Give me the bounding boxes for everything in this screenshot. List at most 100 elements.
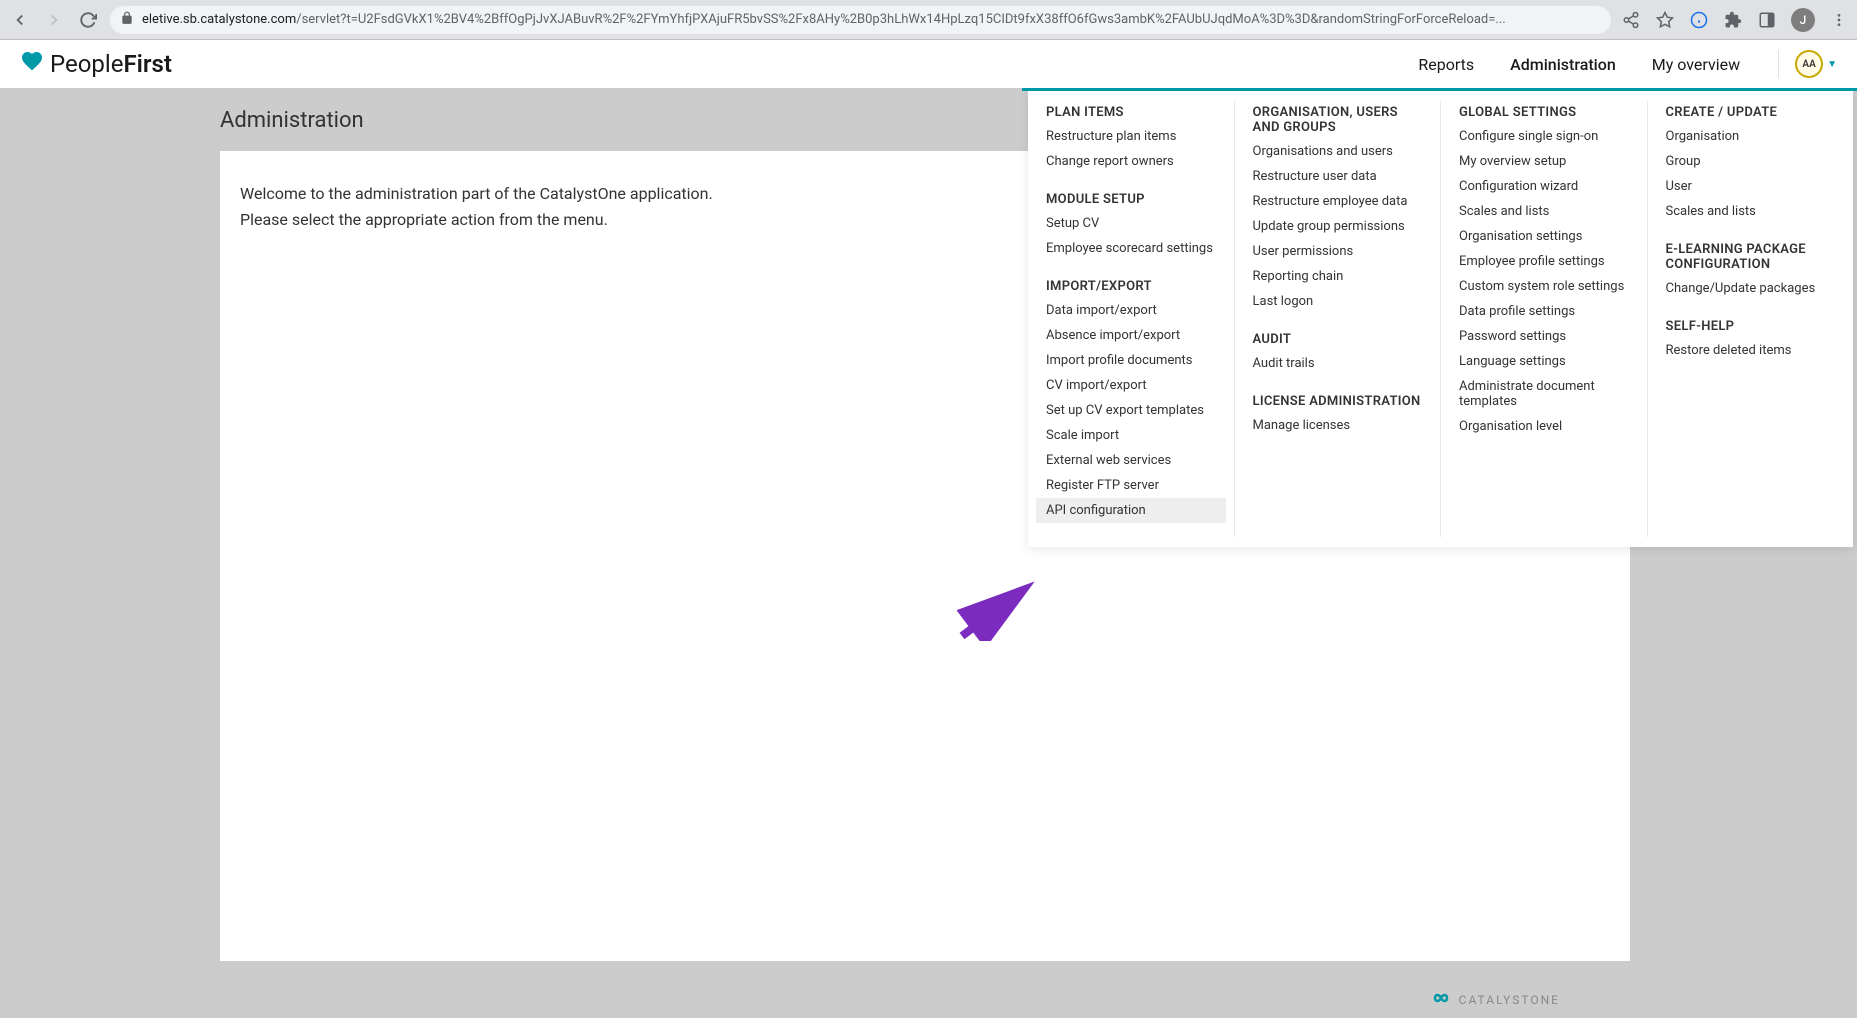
menu-column-3: GLOBAL SETTINGS Configure single sign-on… [1441,101,1648,537]
link-data-profile-settings[interactable]: Data profile settings [1449,299,1639,324]
heading-audit: AUDIT [1243,328,1433,351]
link-password-settings[interactable]: Password settings [1449,324,1639,349]
heading-module-setup: MODULE SETUP [1036,188,1226,211]
chrome-actions: J [1621,8,1849,32]
link-cv-import-export[interactable]: CV import/export [1036,373,1226,398]
link-create-scales[interactable]: Scales and lists [1656,199,1846,224]
link-external-web-services[interactable]: External web services [1036,448,1226,473]
link-config-wizard[interactable]: Configuration wizard [1449,174,1639,199]
section-create-update: CREATE / UPDATE Organisation Group User … [1656,101,1846,224]
user-menu[interactable]: AA ▼ [1778,50,1837,78]
menu-column-1: PLAN ITEMS Restructure plan items Change… [1028,101,1235,537]
section-elearning: E-LEARNING PACKAGE CONFIGURATION Change/… [1656,238,1846,301]
link-my-overview-setup[interactable]: My overview setup [1449,149,1639,174]
section-self-help: SELF-HELP Restore deleted items [1656,315,1846,363]
section-global-settings: GLOBAL SETTINGS Configure single sign-on… [1449,101,1639,439]
link-last-logon[interactable]: Last logon [1243,289,1433,314]
heart-icon [20,49,44,79]
link-audit-trails[interactable]: Audit trails [1243,351,1433,376]
link-manage-licenses[interactable]: Manage licenses [1243,413,1433,438]
link-create-org[interactable]: Organisation [1656,124,1846,149]
link-change-report-owners[interactable]: Change report owners [1036,149,1226,174]
link-update-group-perms[interactable]: Update group permissions [1243,214,1433,239]
chevron-down-icon: ▼ [1827,59,1837,70]
link-org-and-users[interactable]: Organisations and users [1243,139,1433,164]
accent-line [1022,88,1857,91]
section-audit: AUDIT Audit trails [1243,328,1433,376]
link-restructure-user[interactable]: Restructure user data [1243,164,1433,189]
link-create-user[interactable]: User [1656,174,1846,199]
nav-right: Reports Administration My overview AA ▼ [1400,41,1837,88]
section-module-setup: MODULE SETUP Setup CV Employee scorecard… [1036,188,1226,261]
profile-avatar[interactable]: J [1791,8,1815,32]
link-restore-deleted[interactable]: Restore deleted items [1656,338,1846,363]
link-custom-role-settings[interactable]: Custom system role settings [1449,274,1639,299]
menu-column-2: ORGANISATION, USERS AND GROUPS Organisat… [1235,101,1442,537]
link-scale-import[interactable]: Scale import [1036,423,1226,448]
link-user-permissions[interactable]: User permissions [1243,239,1433,264]
heading-self-help: SELF-HELP [1656,315,1846,338]
app-header: PeopleFirst Reports Administration My ov… [0,40,1857,88]
nav-indicator-arrow [1553,94,1573,104]
link-emp-profile-settings[interactable]: Employee profile settings [1449,249,1639,274]
heading-org-users-groups: ORGANISATION, USERS AND GROUPS [1243,101,1433,139]
nav-my-overview[interactable]: My overview [1634,41,1758,88]
link-cv-export-templates[interactable]: Set up CV export templates [1036,398,1226,423]
link-org-settings[interactable]: Organisation settings [1449,224,1639,249]
link-sso[interactable]: Configure single sign-on [1449,124,1639,149]
section-import-export: IMPORT/EXPORT Data import/export Absence… [1036,275,1226,523]
logo[interactable]: PeopleFirst [20,49,172,79]
heading-plan-items: PLAN ITEMS [1036,101,1226,124]
infinity-icon [1429,989,1453,1010]
heading-create-update: CREATE / UPDATE [1656,101,1846,124]
link-import-profile-docs[interactable]: Import profile documents [1036,348,1226,373]
admin-mega-menu: PLAN ITEMS Restructure plan items Change… [1028,91,1853,547]
nav-administration-label: Administration [1510,55,1616,74]
user-badge: AA [1795,50,1823,78]
link-absence-import-export[interactable]: Absence import/export [1036,323,1226,348]
menu-icon[interactable] [1829,10,1849,30]
browser-chrome: eletive.sb.catalystone.com/servlet?t=U2F… [0,0,1857,40]
link-register-ftp[interactable]: Register FTP server [1036,473,1226,498]
section-plan-items: PLAN ITEMS Restructure plan items Change… [1036,101,1226,174]
link-org-level[interactable]: Organisation level [1449,414,1639,439]
url-bar[interactable]: eletive.sb.catalystone.com/servlet?t=U2F… [110,6,1611,34]
link-employee-scorecard[interactable]: Employee scorecard settings [1036,236,1226,261]
extensions-icon[interactable] [1723,10,1743,30]
link-language-settings[interactable]: Language settings [1449,349,1639,374]
heading-license: LICENSE ADMINISTRATION [1243,390,1433,413]
app-container: PeopleFirst Reports Administration My ov… [0,40,1857,1018]
main-nav: Reports Administration My overview [1400,41,1758,88]
link-change-packages[interactable]: Change/Update packages [1656,276,1846,301]
nav-reports[interactable]: Reports [1400,41,1492,88]
link-restructure-employee[interactable]: Restructure employee data [1243,189,1433,214]
link-api-configuration[interactable]: API configuration [1036,498,1226,523]
welcome-line-2: Please select the appropriate action fro… [240,210,608,229]
link-data-import-export[interactable]: Data import/export [1036,298,1226,323]
link-restructure-plan-items[interactable]: Restructure plan items [1036,124,1226,149]
link-create-group[interactable]: Group [1656,149,1846,174]
panel-icon[interactable] [1757,10,1777,30]
lock-icon [120,11,134,29]
link-scales-lists[interactable]: Scales and lists [1449,199,1639,224]
star-icon[interactable] [1655,10,1675,30]
welcome-line-1: Welcome to the administration part of th… [240,184,713,203]
link-setup-cv[interactable]: Setup CV [1036,211,1226,236]
nav-administration[interactable]: Administration [1492,41,1634,88]
link-reporting-chain[interactable]: Reporting chain [1243,264,1433,289]
link-doc-templates[interactable]: Administrate document templates [1449,374,1639,414]
url-text: eletive.sb.catalystone.com/servlet?t=U2F… [142,12,1601,27]
heading-elearning: E-LEARNING PACKAGE CONFIGURATION [1656,238,1846,276]
heading-global-settings: GLOBAL SETTINGS [1449,101,1639,124]
back-button[interactable] [8,8,32,32]
reload-button[interactable] [76,8,100,32]
menu-column-4: CREATE / UPDATE Organisation Group User … [1648,101,1854,537]
info-icon[interactable] [1689,10,1709,30]
section-org-users-groups: ORGANISATION, USERS AND GROUPS Organisat… [1243,101,1433,314]
section-license: LICENSE ADMINISTRATION Manage licenses [1243,390,1433,438]
forward-button[interactable] [42,8,66,32]
heading-import-export: IMPORT/EXPORT [1036,275,1226,298]
footer-brand: CATALYSTONE [1459,993,1560,1007]
logo-text: PeopleFirst [50,50,172,78]
share-icon[interactable] [1621,10,1641,30]
